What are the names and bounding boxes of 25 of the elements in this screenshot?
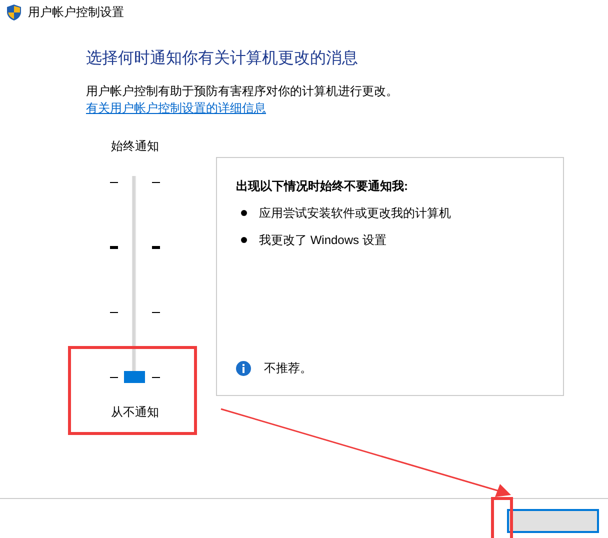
bullet-icon	[241, 210, 247, 216]
tick-mark	[152, 246, 160, 249]
dialog-button[interactable]	[507, 509, 599, 533]
tick-mark	[110, 312, 118, 313]
page-heading: 选择何时通知你有关计算机更改的消息	[86, 49, 359, 69]
slider-thumb[interactable]	[124, 371, 145, 383]
tick-mark	[110, 246, 118, 249]
slider-label: 从不通知	[111, 405, 159, 419]
slider-label: 始终通知	[111, 139, 159, 153]
list-item-text: 我更改了 Windows 设置	[259, 233, 386, 247]
tick-mark	[152, 377, 160, 378]
tick-mark	[110, 182, 118, 183]
annotation-box	[491, 497, 513, 538]
description-text: 用户帐户控制有助于预防有害程序对你的计算机进行更改。	[86, 84, 399, 98]
list-item-text: 应用尝试安装软件或更改我的计算机	[259, 206, 451, 220]
shield-icon	[6, 4, 22, 21]
warning-text: 不推荐。	[264, 360, 312, 377]
tick-mark	[152, 182, 160, 183]
bullet-icon	[241, 237, 247, 243]
details-link[interactable]: 有关用户帐户控制设置的详细信息	[86, 101, 266, 115]
window-title: 用户帐户控制设置	[28, 4, 124, 21]
tick-mark	[152, 312, 160, 313]
tick-mark	[110, 377, 118, 378]
panel-title: 出现以下情况时始终不要通知我:	[236, 179, 409, 193]
info-icon	[236, 361, 251, 376]
